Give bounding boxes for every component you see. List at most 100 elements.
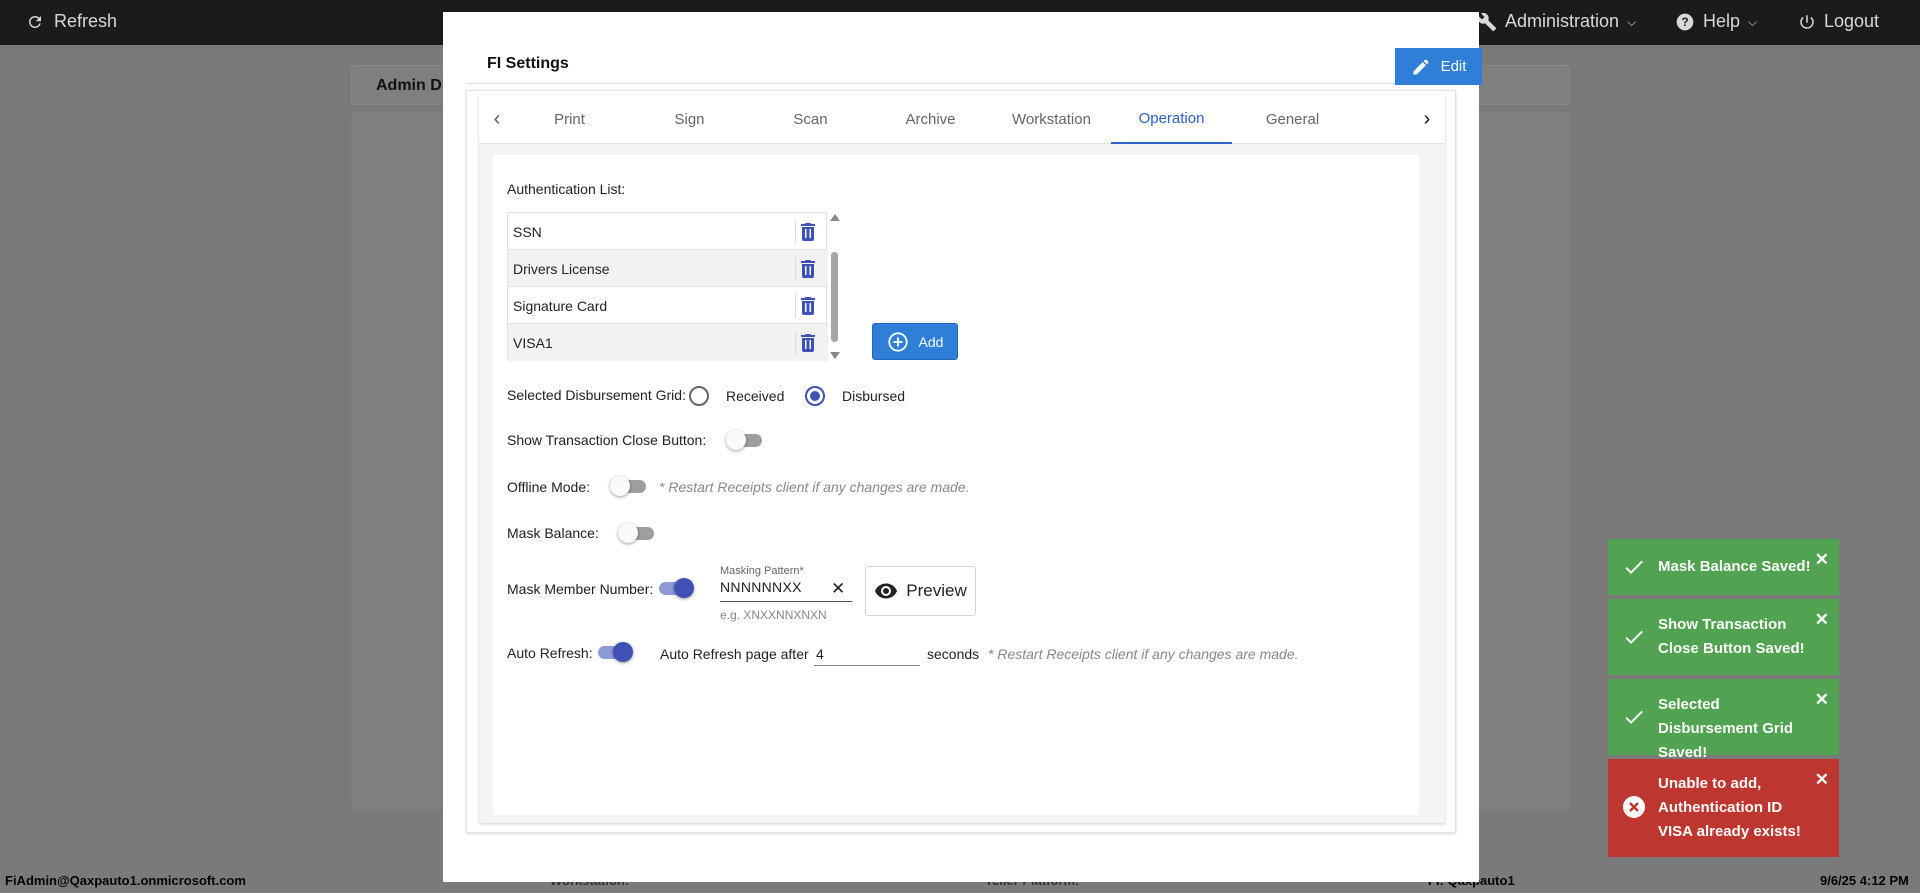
show-close-button-toggle[interactable]	[726, 430, 762, 450]
plus-circle-icon	[887, 331, 908, 352]
tabs-scroll-left-icon[interactable]: ‹	[485, 108, 509, 131]
tabs-strip: Print Sign Scan Archive Workstation Oper…	[509, 95, 1409, 144]
disbursed-radio-label: Disbursed	[842, 388, 906, 404]
mask-balance-toggle[interactable]	[618, 523, 654, 543]
power-icon	[1800, 14, 1814, 29]
tabs-scroll-right-icon[interactable]: ›	[1415, 108, 1439, 131]
dialog-header: FI Settings Edit	[466, 34, 1482, 85]
trash-icon[interactable]	[795, 331, 819, 355]
auth-list-label: Authentication List:	[507, 181, 626, 197]
close-icon[interactable]: ✕	[1815, 551, 1829, 568]
auth-list-scrollbar[interactable]	[828, 212, 842, 362]
toast-message: Mask Balance Saved!	[1658, 558, 1811, 575]
close-icon[interactable]: ✕	[1815, 771, 1829, 788]
status-datetime: 9/6/25 4:12 PM	[1820, 873, 1909, 888]
auth-item-name: VISA1	[513, 335, 553, 351]
help-label: Help	[1703, 11, 1741, 31]
background-title: Admin D	[376, 77, 442, 94]
eye-icon	[875, 583, 898, 599]
tab-f[interactable]: F	[1352, 95, 1409, 144]
masking-pattern-field[interactable]: Masking Pattern* NNNNNNXX ✕ e.g. XNXXNNX…	[720, 565, 852, 622]
check-icon	[1622, 555, 1646, 587]
list-item[interactable]: Signature Card	[508, 287, 828, 324]
tab-workstation[interactable]: Workstation	[991, 95, 1112, 144]
list-item[interactable]: Drivers License	[508, 250, 828, 287]
trash-icon[interactable]	[795, 294, 819, 318]
mask-balance-label: Mask Balance:	[507, 525, 599, 541]
refresh-label: Refresh	[54, 11, 118, 31]
operation-settings: Authentication List: SSN Drivers License…	[493, 155, 1419, 815]
auth-item-name: Signature Card	[513, 298, 608, 314]
scroll-down-icon[interactable]	[830, 352, 840, 359]
toast-message: Unable to add, Authentication ID VISA al…	[1658, 775, 1801, 840]
toast-success: Mask Balance Saved! ✕	[1608, 539, 1839, 595]
check-icon	[1622, 705, 1646, 737]
offline-restart-note: * Restart Receipts client if any changes…	[659, 479, 970, 495]
error-circle-icon	[1622, 795, 1646, 827]
auto-refresh-after-label: Auto Refresh page after	[660, 646, 809, 662]
chevron-down-icon: ⌵	[1748, 15, 1758, 29]
trash-icon[interactable]	[795, 257, 819, 281]
fi-settings-dialog: FI Settings Edit ‹ Print Sign Scan Archi…	[443, 12, 1482, 882]
trash-icon[interactable]	[795, 220, 819, 244]
scroll-up-icon[interactable]	[830, 214, 840, 221]
logout-label: Logout	[1824, 11, 1880, 31]
preview-label: Preview	[906, 581, 967, 600]
received-radio[interactable]	[689, 386, 709, 406]
show-close-button-label: Show Transaction Close Button:	[507, 432, 707, 448]
edit-button[interactable]: Edit	[1395, 48, 1482, 85]
auto-refresh-toggle[interactable]	[596, 642, 633, 662]
wrench-icon	[1477, 12, 1497, 31]
disbursement-grid-label: Selected Disbursement Grid:	[507, 387, 686, 403]
preview-button[interactable]: Preview	[865, 566, 976, 616]
offline-mode-toggle[interactable]	[610, 476, 646, 496]
help-icon: ?	[1676, 13, 1694, 30]
auth-item-name: Drivers License	[513, 261, 610, 277]
administration-label: Administration	[1505, 11, 1620, 31]
check-icon	[1622, 625, 1646, 657]
dialog-title: FI Settings	[487, 55, 569, 72]
mask-member-number-toggle[interactable]	[657, 578, 694, 598]
auto-refresh-restart-note: * Restart Receipts client if any changes…	[988, 646, 1299, 662]
mask-member-number-label: Mask Member Number:	[507, 581, 654, 597]
settings-panel: ‹ Print Sign Scan Archive Workstation Op…	[466, 90, 1456, 833]
list-item[interactable]: SSN	[508, 213, 828, 250]
auto-refresh-seconds-input[interactable]: 4	[814, 640, 920, 666]
list-item[interactable]: VISA1	[508, 324, 828, 361]
disbursed-radio[interactable]	[805, 386, 825, 406]
administration-menu[interactable]: Administration ⌵	[1477, 11, 1636, 32]
auth-list: SSN Drivers License Signature Card VISA1	[507, 212, 840, 361]
add-label: Add	[918, 333, 944, 350]
clear-icon[interactable]: ✕	[831, 579, 845, 599]
pencil-icon	[1413, 58, 1429, 74]
toast-error: Unable to add, Authentication ID VISA al…	[1608, 759, 1839, 857]
edit-label: Edit	[1440, 58, 1467, 75]
refresh-button[interactable]: Refresh	[26, 11, 117, 32]
masking-pattern-input[interactable]: NNNNNNXX	[720, 579, 802, 595]
auth-item-name: SSN	[513, 224, 542, 240]
settings-tabs: ‹ Print Sign Scan Archive Workstation Op…	[479, 95, 1445, 144]
scroll-thumb[interactable]	[831, 252, 838, 342]
masking-pattern-hint: e.g. XNXXNNXNXN	[720, 608, 827, 622]
settings-panel-inner: ‹ Print Sign Scan Archive Workstation Op…	[479, 95, 1445, 823]
tab-operation[interactable]: Operation	[1111, 95, 1232, 144]
received-radio-label: Received	[726, 388, 785, 404]
offline-mode-label: Offline Mode:	[507, 479, 591, 495]
close-icon[interactable]: ✕	[1815, 691, 1829, 708]
help-menu[interactable]: ? Help ⌵	[1675, 11, 1757, 32]
add-auth-button[interactable]: Add	[872, 323, 958, 360]
close-icon[interactable]: ✕	[1815, 611, 1829, 628]
tab-print[interactable]: Print	[509, 95, 630, 144]
toast-success: Show Transaction Close Button Saved! ✕	[1608, 599, 1839, 675]
tab-archive[interactable]: Archive	[870, 95, 991, 144]
toast-success: Selected Disbursement Grid Saved! ✕	[1608, 679, 1839, 761]
toast-message: Show Transaction Close Button Saved!	[1658, 616, 1805, 657]
toast-message: Selected Disbursement Grid Saved!	[1658, 696, 1794, 761]
tab-scan[interactable]: Scan	[750, 95, 871, 144]
logout-button[interactable]: Logout	[1798, 11, 1879, 32]
auto-refresh-seconds-value: 4	[816, 646, 824, 662]
tab-general[interactable]: General	[1232, 95, 1353, 144]
tab-sign[interactable]: Sign	[629, 95, 750, 144]
status-user: FiAdmin@Qaxpauto1.onmicrosoft.com	[5, 873, 246, 888]
auto-refresh-label: Auto Refresh:	[507, 645, 593, 661]
